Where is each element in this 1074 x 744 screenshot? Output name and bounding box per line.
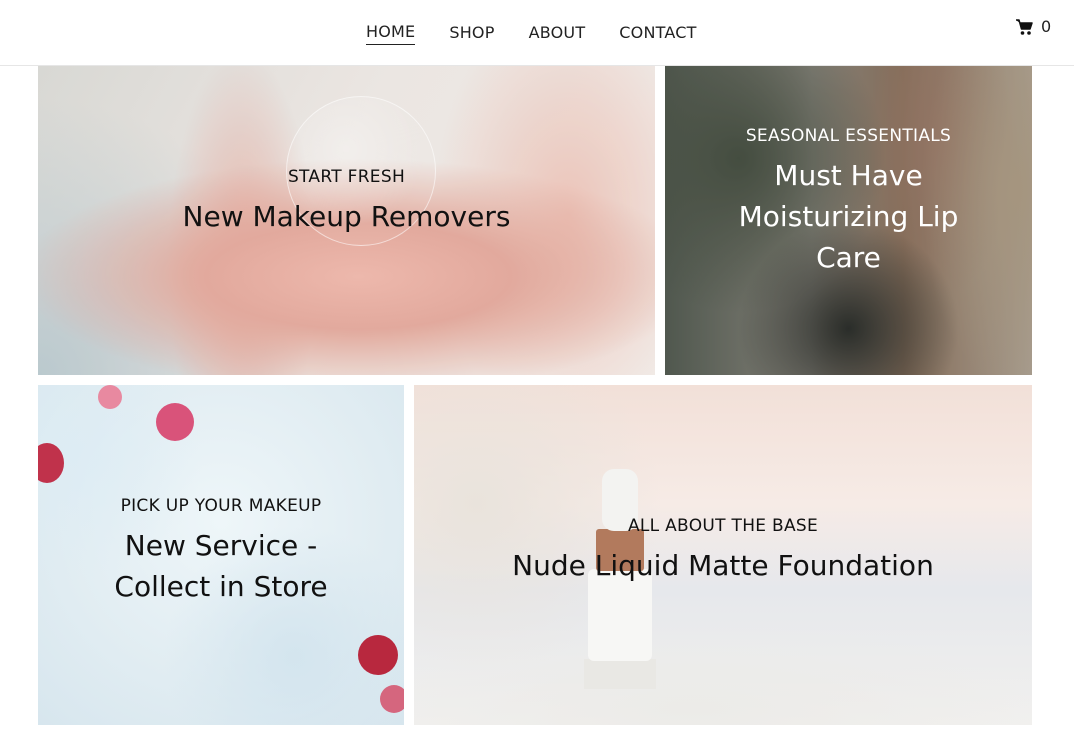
flower-graphic [156,403,194,441]
promo-tile-lip-care[interactable]: SEASONAL ESSENTIALS Must Have Moisturizi… [665,66,1032,375]
site-header: HOME SHOP ABOUT CONTACT 0 [0,0,1074,66]
flower-graphic [98,385,122,409]
promo-headline: New Makeup Removers [182,200,511,233]
promo-tile-collect-in-store[interactable]: PICK UP YOUR MAKEUP New Service - Collec… [38,385,404,725]
promo-eyebrow: PICK UP YOUR MAKEUP [120,496,322,516]
main-nav: HOME SHOP ABOUT CONTACT [366,22,697,45]
promo-text-overlay: SEASONAL ESSENTIALS Must Have Moisturizi… [665,125,1032,278]
promo-eyebrow: ALL ABOUT THE BASE [627,516,819,536]
promo-tile-makeup-removers[interactable]: START FRESH New Makeup Removers [38,66,655,375]
nav-contact-link[interactable]: CONTACT [619,23,696,45]
nav-about-link[interactable]: ABOUT [529,23,586,45]
flower-graphic [358,635,398,675]
flower-graphic [380,685,404,713]
promo-text-overlay: ALL ABOUT THE BASE Nude Liquid Matte Fou… [414,515,1032,586]
cart-count: 0 [1041,17,1052,36]
promo-headline: New Service - Collect in Store [114,529,328,603]
cart-button[interactable]: 0 [1015,17,1051,36]
promo-eyebrow: SEASONAL ESSENTIALS [745,126,952,146]
promo-tile-foundation[interactable]: ALL ABOUT THE BASE Nude Liquid Matte Fou… [414,385,1032,725]
promo-headline: Nude Liquid Matte Foundation [512,549,934,582]
promo-text-overlay: START FRESH New Makeup Removers [38,166,655,237]
nav-home-link[interactable]: HOME [366,22,416,45]
promo-eyebrow: START FRESH [287,167,406,187]
cart-icon [1015,18,1033,36]
promo-text-overlay: PICK UP YOUR MAKEUP New Service - Collec… [38,495,404,607]
nav-shop-link[interactable]: SHOP [449,23,494,45]
promo-headline: Must Have Moisturizing Lip Care [738,159,959,274]
